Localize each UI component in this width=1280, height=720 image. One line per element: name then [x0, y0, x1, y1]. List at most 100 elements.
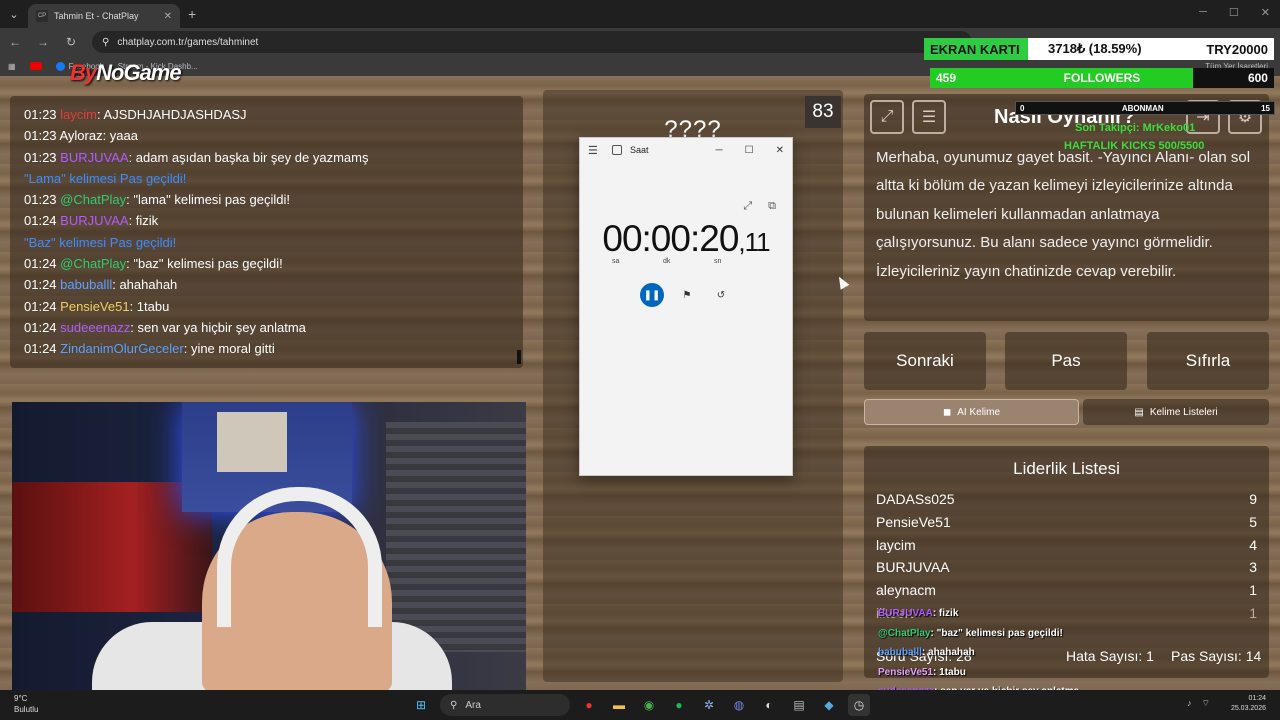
- windows-start-icon[interactable]: ⊞: [410, 694, 432, 716]
- minimize-icon[interactable]: ─: [716, 145, 723, 156]
- chat-time: 01:24: [24, 256, 57, 272]
- minimize-icon[interactable]: ─: [1199, 6, 1207, 19]
- app-icon[interactable]: ◆: [818, 694, 840, 716]
- weather-widget[interactable]: 9°C Bulutlu: [14, 693, 38, 715]
- stopwatch-time: 00:00:20,11: [602, 218, 770, 259]
- taskbar-clock[interactable]: 01:24 25.03.2026: [1231, 694, 1266, 714]
- lap-flag-button[interactable]: ⚑: [676, 284, 698, 306]
- overlay-chat-text: : ahahahah: [921, 647, 975, 658]
- list-icon: ▤: [1134, 406, 1144, 418]
- taskbar-apps: ⊞ ⚲ Ara ● ▬ ◉ ● ✲ ◍ ◐ ▤ ◆ ◷: [410, 694, 870, 716]
- spotify-icon[interactable]: ●: [668, 694, 690, 716]
- stopwatch-tools: ⤢ ⧉: [743, 200, 776, 213]
- chat-message: "Lama" kelimesi Pas geçildi!: [24, 168, 509, 189]
- back-icon[interactable]: ←: [8, 35, 22, 49]
- chat-time: 01:24: [24, 277, 57, 293]
- pass-count: Pas Sayısı: 14: [1171, 648, 1262, 664]
- overlay-chat-line: babuballl: ahahahah: [878, 643, 1079, 663]
- fullscreen-icon[interactable]: ⤢: [870, 100, 904, 134]
- leaderboard-score: 3: [1249, 559, 1257, 576]
- chat-message: "Baz" kelimesi Pas geçildi!: [24, 232, 509, 253]
- chat-text: : yine moral gitti: [183, 341, 275, 357]
- chat-message: 01:24 ZindanimOlurGeceler: yine moral gi…: [24, 338, 509, 359]
- followers-goal: 600: [1247, 71, 1268, 85]
- chat-username: laycim: [60, 107, 98, 122]
- maximize-icon[interactable]: ☐: [1229, 6, 1239, 19]
- stopwatch-app-title: Saat: [630, 145, 649, 155]
- new-tab-icon[interactable]: +: [188, 6, 196, 22]
- chat-time: 01:24: [24, 298, 57, 314]
- address-bar[interactable]: ⚲ chatplay.com.tr/games/tahminet: [92, 31, 972, 53]
- chat-time: 01:24: [24, 341, 57, 357]
- chat-message: 01:23 laycim: AJSDHJAHDJASHDASJ: [24, 104, 509, 125]
- stopwatch-controls: ❚❚ ⚑ ↺: [580, 283, 792, 307]
- reset-button[interactable]: Sıfırla: [1147, 332, 1269, 390]
- notepad-icon[interactable]: ▤: [788, 694, 810, 716]
- chat-text: : yaaa: [102, 128, 138, 144]
- reload-icon[interactable]: ↻: [64, 35, 78, 49]
- leaderboard-score: 1: [1249, 605, 1257, 621]
- chat-text: : "baz" kelimesi pas geçildi!: [126, 256, 283, 272]
- chat-message: 01:23 Ayloraz: yaaa: [24, 125, 509, 146]
- notes-icon[interactable]: ☰: [912, 100, 946, 134]
- chat-text: : AJSDHJAHDJASHDASJ: [97, 107, 247, 122]
- donation-goal-label: EKRAN KARTI: [924, 38, 1028, 60]
- webcam-wall-frame: [217, 412, 287, 472]
- ai-icon: ◼: [942, 406, 952, 418]
- apps-icon[interactable]: ▦: [8, 62, 16, 71]
- overlay-chat-user: PensieVe51: [878, 666, 934, 678]
- chat-username: sudeeenazz: [60, 319, 131, 335]
- chat-username: Ayloraz: [59, 128, 103, 144]
- overlay-chat-line: @ChatPlay: "baz" kelimesi pas geçildi!: [878, 624, 1079, 644]
- chat-message: 01:24 @ChatPlay: "baz" kelimesi pas geçi…: [24, 253, 509, 274]
- stopwatch-titlebar: ☰ Saat ─ ☐ ✕: [580, 138, 792, 162]
- obs-icon[interactable]: ◐: [758, 694, 780, 716]
- chat-scroll-indicator[interactable]: [517, 350, 521, 364]
- close-tab-icon[interactable]: ✕: [164, 11, 172, 22]
- keep-on-top-icon[interactable]: ⧉: [768, 200, 776, 213]
- bookmark-youtube[interactable]: [29, 62, 42, 70]
- media-player-icon[interactable]: ●: [578, 694, 600, 716]
- ai-word-button[interactable]: ◼ AI Kelime: [864, 399, 1079, 425]
- browser-tab[interactable]: CP Tahmin Et - ChatPlay ✕: [28, 4, 180, 28]
- hamburger-menu-icon[interactable]: ☰: [588, 144, 602, 157]
- window-controls: ─ ☐ ✕: [1199, 6, 1270, 19]
- followers-current: 459: [936, 71, 957, 85]
- tab-search-icon[interactable]: ⌄: [0, 8, 28, 21]
- leaderboard-row: aleynacm 1: [876, 582, 1257, 598]
- chat-panel: 01:23 laycim: AJSDHJAHDJASHDASJ 01:23 Ayl…: [10, 96, 523, 368]
- chat-message: 01:23 @ChatPlay: "lama" kelimesi pas geç…: [24, 189, 509, 210]
- close-window-icon[interactable]: ✕: [1261, 6, 1270, 19]
- leaderboard-row: DADASs025 9: [876, 491, 1257, 507]
- settings-app-icon[interactable]: ✲: [698, 694, 720, 716]
- close-icon[interactable]: ✕: [776, 145, 784, 156]
- leaderboard-row: PensieVe51 5: [876, 514, 1257, 530]
- chat-time: 01:24: [24, 319, 57, 335]
- chat-time: 01:23: [24, 149, 57, 165]
- pass-button[interactable]: Pas: [1005, 332, 1127, 390]
- network-icon[interactable]: ⌔: [1202, 698, 1210, 709]
- volume-icon[interactable]: ♪: [1187, 698, 1192, 709]
- clock-app-icon: [612, 145, 622, 155]
- overlay-chat-line: BURJUVAA: fizik: [878, 604, 1079, 624]
- last-follower: Son Takipçi: MrKeko01: [1075, 122, 1196, 134]
- site-info-icon[interactable]: ⚲: [102, 37, 109, 48]
- next-button[interactable]: Sonraki: [864, 332, 986, 390]
- leaderboard-name: DADASs025: [876, 491, 955, 507]
- leaderboard-name: PensieVe51: [876, 513, 951, 530]
- reset-icon[interactable]: ↺: [710, 284, 732, 306]
- discord-icon[interactable]: ◍: [728, 694, 750, 716]
- how-to-play-text: Merhaba, oyunumuz gayet basit. -Yayıncı …: [876, 149, 1251, 280]
- clock-app-taskbar-icon[interactable]: ◷: [848, 694, 870, 716]
- donation-goal-target: TRY20000: [1206, 41, 1268, 57]
- word-lists-button[interactable]: ▤ Kelime Listeleri: [1083, 399, 1269, 425]
- taskbar-search[interactable]: ⚲ Ara: [440, 694, 570, 716]
- donation-goal-bar: EKRAN KARTI 3718₺ (18.59%) TRY20000: [924, 38, 1274, 60]
- chat-system-notice: "Baz" kelimesi Pas geçildi!: [24, 234, 177, 250]
- forward-icon[interactable]: →: [36, 35, 50, 49]
- maximize-icon[interactable]: ☐: [745, 145, 754, 156]
- chrome-icon[interactable]: ◉: [638, 694, 660, 716]
- file-explorer-icon[interactable]: ▬: [608, 694, 630, 716]
- pause-button[interactable]: ❚❚: [640, 283, 664, 307]
- expand-icon[interactable]: ⤢: [743, 200, 752, 213]
